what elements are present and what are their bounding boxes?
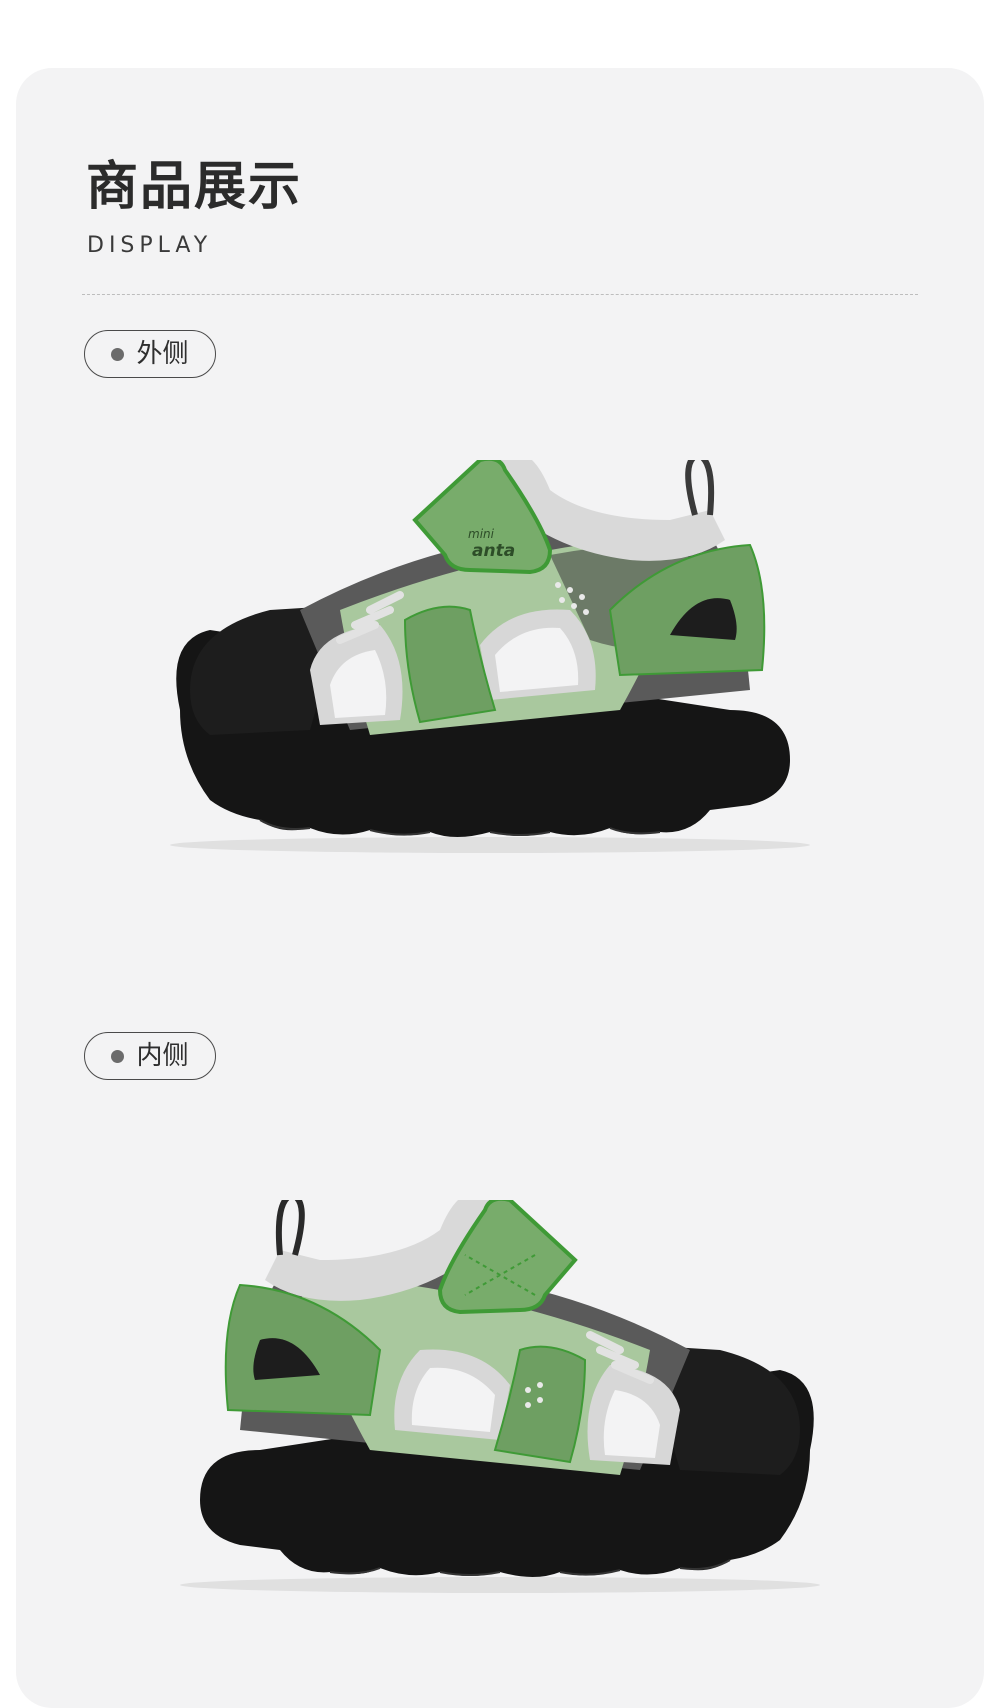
heel-pull-loop (275, 1200, 305, 1256)
brand-mark-bottom: anta (472, 541, 515, 561)
bullet-dot-icon (111, 1049, 125, 1063)
shoe-shadow (180, 1577, 820, 1593)
dashed-divider (82, 294, 918, 295)
section-subtitle: DISPLAY (87, 233, 213, 258)
shoe-inner-side-image (180, 1200, 820, 1593)
brand-mark-top: mini (468, 527, 495, 541)
view-tag-inner-side: 内侧 (84, 1032, 216, 1080)
view-tag-label: 内侧 (136, 1041, 189, 1071)
shoe-shadow (170, 837, 810, 853)
bullet-dot-icon (111, 347, 125, 361)
view-tag-outer-side: 外侧 (84, 330, 216, 378)
shoe-outer-side-image: mini anta (170, 460, 810, 853)
heel-pull-loop (685, 460, 715, 516)
view-tag-label: 外侧 (136, 339, 189, 369)
section-title: 商品展示 (86, 157, 303, 217)
